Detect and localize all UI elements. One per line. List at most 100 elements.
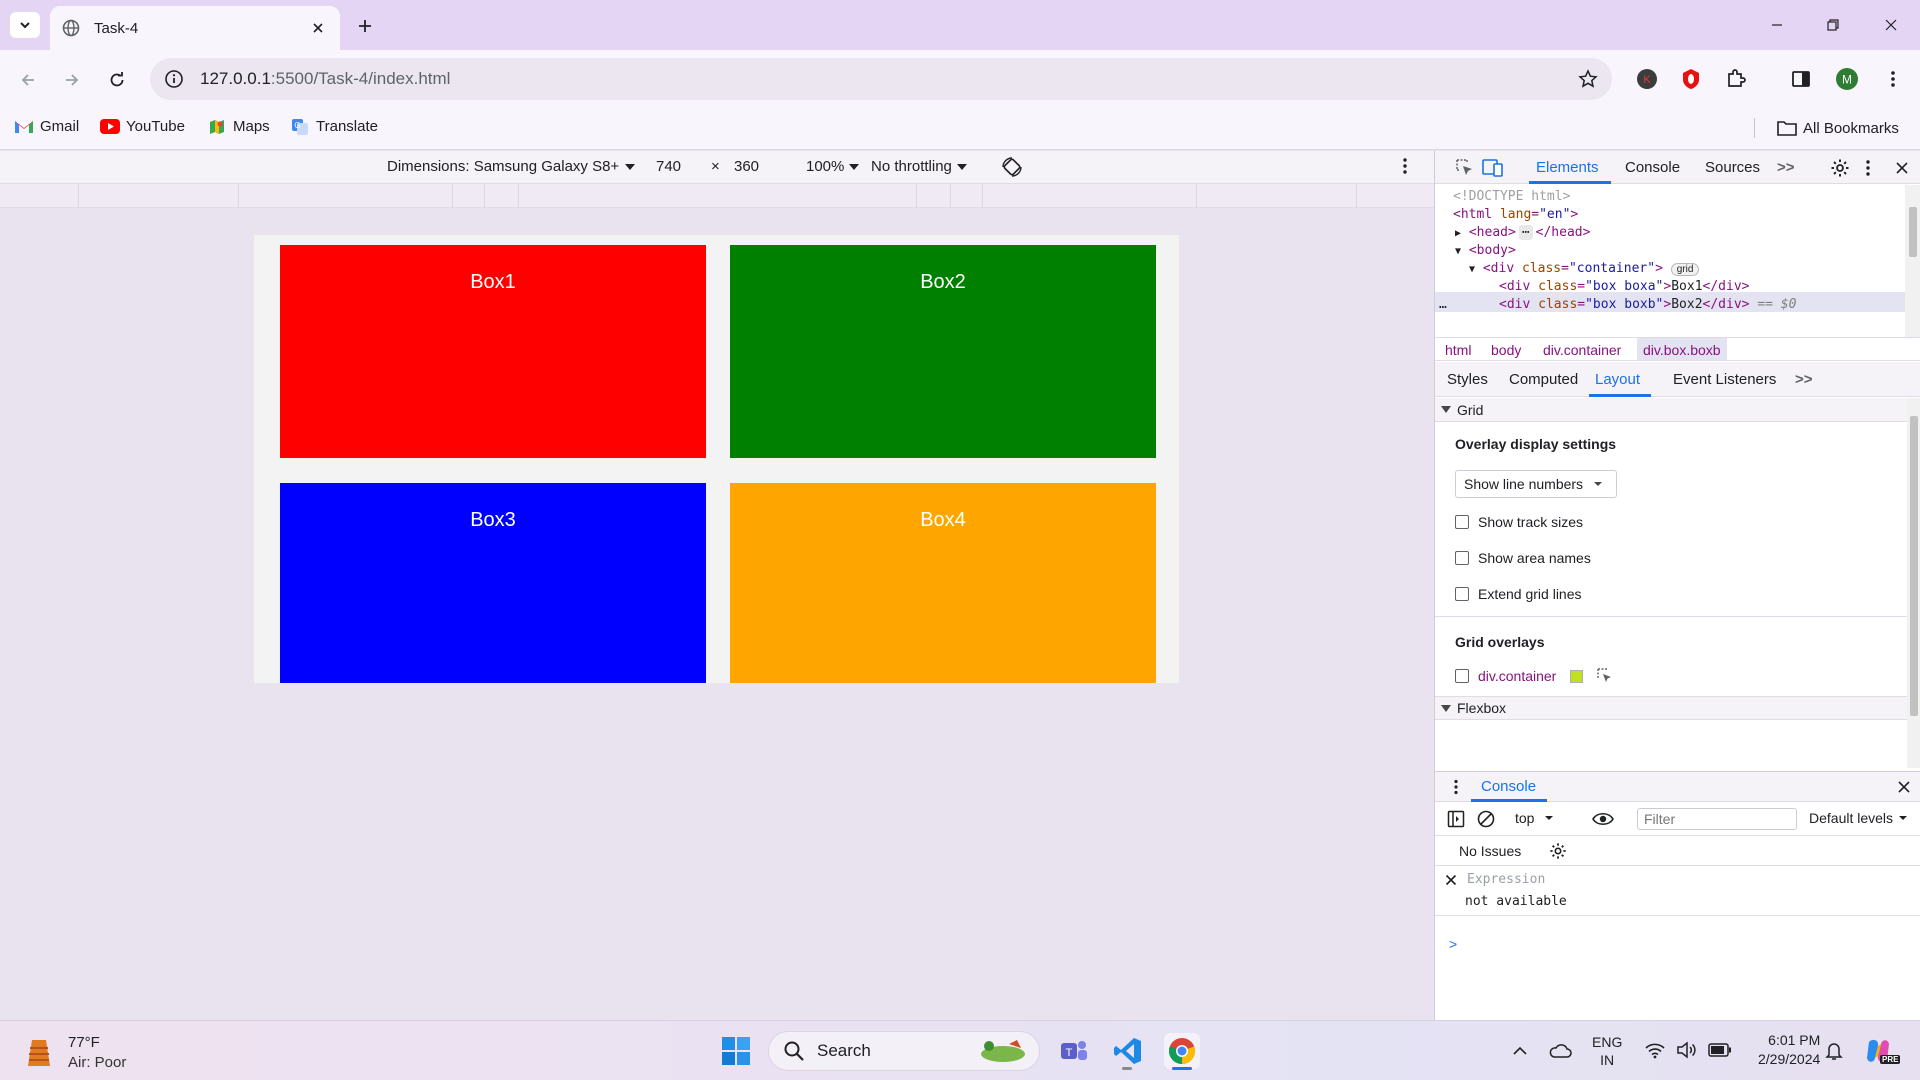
more-subtabs-button[interactable]: >> bbox=[1795, 371, 1813, 388]
box1[interactable]: Box1 bbox=[280, 245, 706, 458]
clock[interactable]: 6:01 PM 2/29/2024 bbox=[1758, 1031, 1820, 1069]
address-bar[interactable]: 127.0.0.1:5500/Task-4/index.html bbox=[150, 58, 1612, 100]
teams-button[interactable]: T bbox=[1056, 1033, 1092, 1069]
log-levels-select[interactable]: Default levels bbox=[1809, 810, 1908, 826]
close-icon[interactable] bbox=[1897, 780, 1911, 794]
gear-icon[interactable] bbox=[1549, 842, 1567, 860]
forward-button[interactable] bbox=[58, 66, 86, 94]
side-panel-button[interactable] bbox=[1788, 66, 1814, 92]
select-element-icon[interactable] bbox=[1597, 668, 1613, 684]
tab-search-button[interactable] bbox=[10, 12, 40, 38]
close-icon[interactable] bbox=[1445, 874, 1457, 886]
url-text[interactable]: 127.0.0.1:5500/Task-4/index.html bbox=[200, 69, 1578, 89]
bookmark-translate[interactable]: G Translate bbox=[290, 118, 378, 135]
rotate-button[interactable] bbox=[1000, 155, 1024, 179]
onedrive-button[interactable] bbox=[1542, 1033, 1578, 1069]
dom-boxb-node[interactable]: <div class="box boxb">Box2</div> == $0 bbox=[1499, 297, 1796, 312]
gear-icon[interactable] bbox=[1830, 158, 1850, 178]
vscode-button[interactable] bbox=[1110, 1033, 1146, 1070]
extension-k-button[interactable]: K bbox=[1634, 66, 1660, 92]
console-prompt-icon[interactable]: > bbox=[1449, 936, 1457, 952]
checkbox[interactable] bbox=[1455, 515, 1469, 529]
star-icon[interactable] bbox=[1578, 69, 1598, 89]
layout-scrollbar[interactable] bbox=[1907, 398, 1920, 768]
device-width-input[interactable]: 740 bbox=[656, 158, 681, 175]
expand-triangle-icon[interactable]: ▶ bbox=[1455, 228, 1461, 239]
breadcrumb-item[interactable]: div.container bbox=[1543, 342, 1621, 358]
grid-section-header[interactable]: Grid bbox=[1435, 398, 1907, 422]
chrome-taskbar-button[interactable] bbox=[1164, 1033, 1200, 1070]
show-hidden-icons-button[interactable] bbox=[1502, 1033, 1538, 1069]
media-query-ruler[interactable] bbox=[0, 184, 1434, 208]
bookmark-maps[interactable]: Maps bbox=[207, 118, 270, 135]
show-track-sizes-checkbox[interactable]: Show track sizes bbox=[1455, 514, 1583, 530]
console-filter-input[interactable] bbox=[1637, 808, 1797, 830]
collapse-triangle-icon[interactable]: ▼ bbox=[1455, 246, 1461, 257]
dom-tree[interactable]: <!DOCTYPE html> <html lang="en"> ▶ <head… bbox=[1435, 185, 1905, 337]
collapsed-ellipsis[interactable]: ⋯ bbox=[1518, 225, 1533, 240]
device-height-input[interactable]: 360 bbox=[734, 158, 759, 175]
sidebar-toggle-icon[interactable] bbox=[1447, 810, 1465, 828]
weather-widget[interactable]: 77°F Air: Poor bbox=[24, 1033, 126, 1073]
collapse-triangle-icon[interactable]: ▼ bbox=[1469, 264, 1475, 275]
more-tabs-button[interactable]: >> bbox=[1777, 159, 1795, 176]
close-window-button[interactable] bbox=[1876, 10, 1906, 40]
throttling-select[interactable]: No throttling bbox=[871, 158, 968, 175]
eye-icon[interactable] bbox=[1591, 810, 1615, 828]
dom-scrollbar[interactable] bbox=[1905, 185, 1920, 337]
back-button[interactable] bbox=[14, 66, 42, 94]
dom-doctype[interactable]: <!DOCTYPE html> bbox=[1453, 189, 1570, 204]
start-button[interactable] bbox=[718, 1033, 754, 1069]
dom-container-node[interactable]: ▼ <div class="container"> grid bbox=[1469, 261, 1700, 276]
more-vertical-icon[interactable] bbox=[1453, 779, 1459, 795]
breadcrumb-item[interactable]: div.box.boxb bbox=[1637, 338, 1727, 360]
box3[interactable]: Box3 bbox=[280, 483, 706, 683]
site-info-icon[interactable] bbox=[164, 69, 184, 89]
all-bookmarks-button[interactable]: All Bookmarks bbox=[1754, 118, 1899, 138]
taskbar-search[interactable]: Search bbox=[768, 1031, 1040, 1071]
device-toggle-icon[interactable] bbox=[1482, 158, 1504, 178]
extensions-button[interactable] bbox=[1723, 66, 1749, 92]
row-actions-icon[interactable]: … bbox=[1439, 297, 1447, 312]
dom-html-node[interactable]: <html lang="en"> bbox=[1453, 207, 1578, 222]
checkbox[interactable] bbox=[1455, 669, 1469, 683]
reload-button[interactable] bbox=[103, 66, 131, 94]
expression-input[interactable]: Expression bbox=[1467, 872, 1545, 887]
tab-layout[interactable]: Layout bbox=[1595, 371, 1640, 388]
dom-body-node[interactable]: ▼ <body> bbox=[1455, 243, 1516, 258]
device-more-button[interactable] bbox=[1402, 157, 1408, 175]
tab-console[interactable]: Console bbox=[1625, 159, 1680, 176]
system-tray-quick-settings[interactable] bbox=[1644, 1041, 1732, 1059]
checkbox[interactable] bbox=[1455, 551, 1469, 565]
tab-event-listeners[interactable]: Event Listeners bbox=[1673, 371, 1776, 388]
flexbox-section-header[interactable]: Flexbox bbox=[1435, 696, 1907, 720]
no-issues-label[interactable]: No Issues bbox=[1459, 843, 1521, 859]
box2[interactable]: Box2 bbox=[730, 245, 1156, 458]
bookmark-youtube[interactable]: YouTube bbox=[100, 118, 185, 135]
browser-tab[interactable]: Task-4 bbox=[50, 6, 340, 50]
scroll-thumb[interactable] bbox=[1909, 207, 1917, 257]
tab-styles[interactable]: Styles bbox=[1447, 371, 1488, 388]
overlay-color-swatch[interactable] bbox=[1570, 669, 1584, 683]
language-indicator[interactable]: ENG IN bbox=[1592, 1033, 1622, 1069]
box4[interactable]: Box4 bbox=[730, 483, 1156, 683]
minimize-button[interactable] bbox=[1762, 10, 1792, 40]
tab-sources[interactable]: Sources bbox=[1705, 159, 1760, 176]
breadcrumb-item[interactable]: body bbox=[1491, 342, 1521, 358]
context-select[interactable]: top bbox=[1515, 810, 1554, 826]
dom-head-node[interactable]: ▶ <head> ⋯ </head> bbox=[1455, 225, 1590, 240]
scroll-thumb[interactable] bbox=[1910, 416, 1918, 716]
more-vertical-icon[interactable] bbox=[1865, 159, 1871, 177]
dom-boxa-node[interactable]: <div class="box boxa">Box1</div> bbox=[1499, 279, 1750, 294]
tab-elements[interactable]: Elements bbox=[1536, 159, 1599, 176]
profile-button[interactable]: M bbox=[1834, 66, 1860, 92]
clear-console-icon[interactable] bbox=[1477, 810, 1495, 828]
extend-grid-lines-checkbox[interactable]: Extend grid lines bbox=[1455, 586, 1582, 602]
inspect-element-icon[interactable] bbox=[1455, 158, 1475, 178]
new-tab-button[interactable] bbox=[352, 13, 378, 39]
breadcrumb-item[interactable]: html bbox=[1445, 342, 1471, 358]
overlay-element-label[interactable]: div.container bbox=[1478, 668, 1556, 684]
drawer-tab-console[interactable]: Console bbox=[1481, 778, 1536, 795]
restore-button[interactable] bbox=[1818, 10, 1848, 40]
device-select[interactable]: Dimensions: Samsung Galaxy S8+ bbox=[387, 158, 636, 175]
